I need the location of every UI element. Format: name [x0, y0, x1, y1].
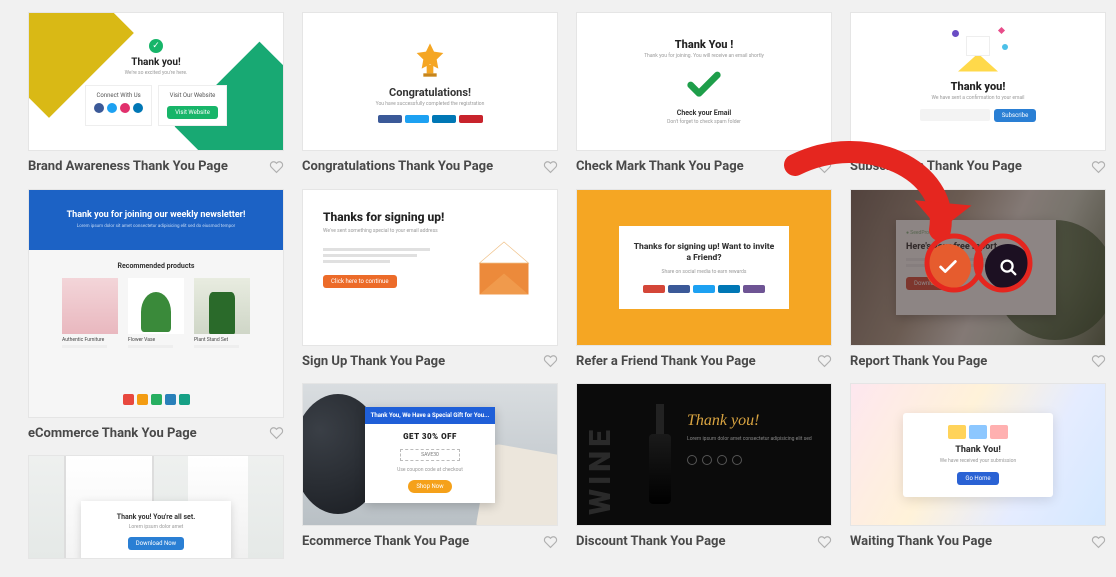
template-title: Ecommerce Thank You Page	[302, 534, 469, 550]
template-thumb[interactable]: ● SeedProd Here's your free report Downl…	[850, 189, 1106, 346]
template-card[interactable]: ● SeedProd Here's your free report Downl…	[850, 189, 1106, 384]
heart-icon[interactable]	[1091, 354, 1106, 368]
heart-icon[interactable]	[543, 160, 558, 174]
template-thumb[interactable]: WINE Thank you! Lorem ipsum dolor amet c…	[576, 383, 832, 526]
heart-icon[interactable]	[543, 535, 558, 549]
template-thumb[interactable]: Congratulations! You have successfully c…	[302, 12, 558, 151]
template-card[interactable]: Thank you! You're all set. Lorem ipsum d…	[28, 455, 284, 559]
template-title: Discount Thank You Page	[576, 534, 726, 550]
template-thumb[interactable]: Thank You! We have received your submiss…	[850, 383, 1106, 526]
template-card[interactable]: Thank you for joining our weekly newslet…	[28, 189, 284, 456]
template-thumb[interactable]: Thank you for joining our weekly newslet…	[28, 189, 284, 418]
template-title: Subscription Thank You Page	[850, 159, 1022, 175]
template-card[interactable]: WINE Thank you! Lorem ipsum dolor amet c…	[576, 383, 832, 564]
template-title: eCommerce Thank You Page	[28, 426, 197, 442]
use-template-button[interactable]	[925, 244, 971, 290]
template-card[interactable]: ✓ Thank you! We're so excited you're her…	[28, 12, 284, 189]
template-thumb[interactable]: ✓ Thank you! We're so excited you're her…	[28, 12, 284, 151]
template-title: Waiting Thank You Page	[850, 534, 992, 550]
heart-icon[interactable]	[1091, 160, 1106, 174]
template-thumb[interactable]: Thank you! We have sent a confirmation t…	[850, 12, 1106, 151]
hover-overlay	[851, 190, 1105, 345]
template-thumb[interactable]: Thanks for signing up! We've sent someth…	[302, 189, 558, 346]
template-title: Refer a Friend Thank You Page	[576, 354, 756, 370]
template-thumb[interactable]: Thank You, We Have a Special Gift for Yo…	[302, 383, 558, 526]
template-title: Brand Awareness Thank You Page	[28, 159, 228, 175]
heart-icon[interactable]	[817, 160, 832, 174]
template-title: Check Mark Thank You Page	[576, 159, 744, 175]
template-thumb[interactable]: Thank you! You're all set. Lorem ipsum d…	[28, 455, 284, 559]
heart-icon[interactable]	[543, 354, 558, 368]
template-card[interactable]: Thank you! We have sent a confirmation t…	[850, 12, 1106, 189]
template-card[interactable]: Thanks for signing up! Want to invite a …	[576, 189, 832, 384]
template-card[interactable]: Thank You ! Thank you for joining. You w…	[576, 12, 832, 189]
template-card[interactable]: Thanks for signing up! We've sent someth…	[302, 189, 558, 384]
heart-icon[interactable]	[269, 426, 284, 440]
template-gallery: ✓ Thank you! We're so excited you're her…	[0, 0, 1116, 576]
template-card[interactable]: Thank You! We have received your submiss…	[850, 383, 1106, 564]
preview-template-button[interactable]	[985, 244, 1031, 290]
heart-icon[interactable]	[269, 160, 284, 174]
template-title: Sign Up Thank You Page	[302, 354, 445, 370]
template-card[interactable]: Congratulations! You have successfully c…	[302, 12, 558, 189]
heart-icon[interactable]	[1091, 535, 1106, 549]
heart-icon[interactable]	[817, 354, 832, 368]
template-thumb[interactable]: Thank You ! Thank you for joining. You w…	[576, 12, 832, 151]
template-thumb[interactable]: Thanks for signing up! Want to invite a …	[576, 189, 832, 346]
thumb-title: Thank you!	[131, 57, 181, 68]
heart-icon[interactable]	[817, 535, 832, 549]
template-title: Report Thank You Page	[850, 354, 987, 370]
template-card[interactable]: Thank You, We Have a Special Gift for Yo…	[302, 383, 558, 564]
template-title: Congratulations Thank You Page	[302, 159, 493, 175]
